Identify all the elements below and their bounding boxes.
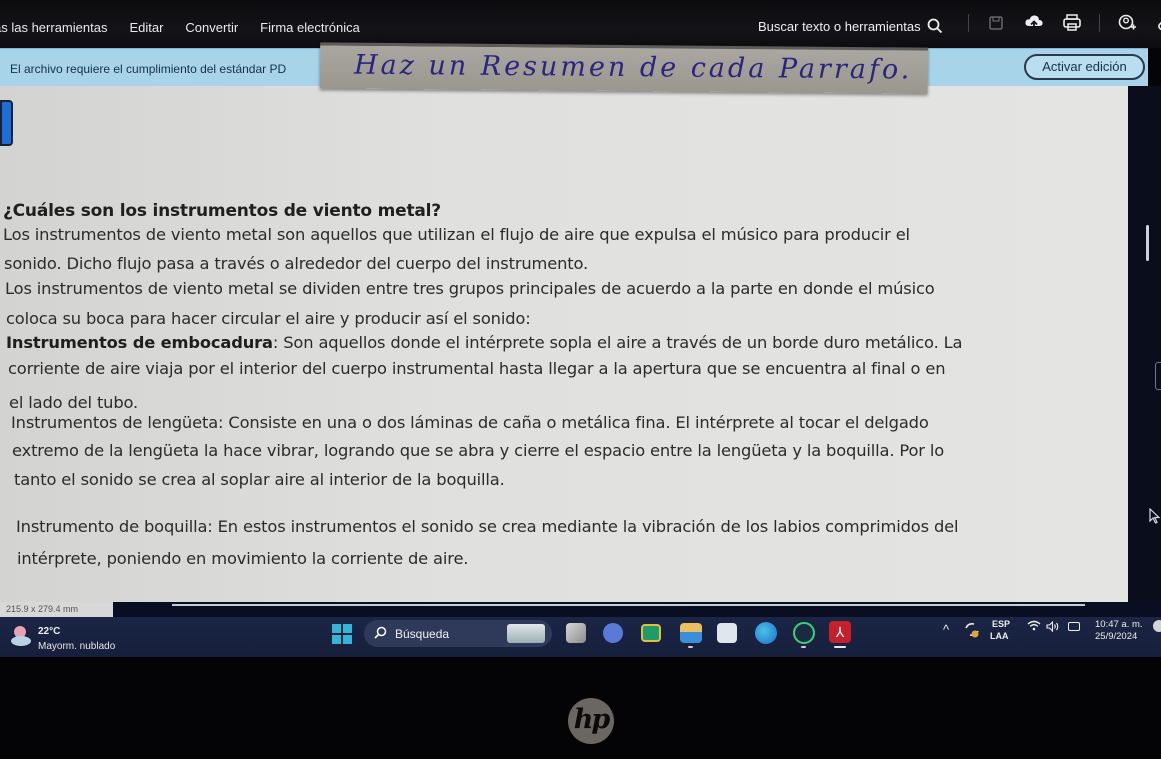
microsoft-store-icon[interactable] (717, 623, 737, 643)
search-tools-button[interactable]: Buscar texto o herramientas (758, 18, 943, 34)
definition-text: : Son aquellos donde el intérprete sopla… (272, 333, 963, 352)
file-explorer-icon[interactable] (680, 623, 702, 643)
paragraph-line: coloca su boca para hacer circular el ai… (6, 309, 531, 328)
side-panel-tab[interactable] (1155, 362, 1161, 390)
paragraph-line: sonido. Dicho flujo pasa a través o alre… (4, 254, 589, 273)
link-icon[interactable] (1154, 12, 1161, 34)
menu-e-signature[interactable]: Firma electrónica (260, 20, 360, 35)
language-indicator[interactable]: ESP (992, 619, 1010, 629)
whatsapp-icon[interactable] (793, 622, 815, 644)
weather-temperature[interactable]: 22°C (38, 626, 60, 637)
search-icon (374, 626, 387, 642)
scrollbar-thumb[interactable] (1146, 225, 1149, 261)
document-heading: ¿Cuáles son los instrumentos de viento m… (3, 201, 441, 221)
notifications-icon[interactable] (1153, 620, 1161, 632)
toolbar-icons (968, 12, 1161, 34)
search-icon (927, 18, 942, 34)
task-view-icon[interactable] (566, 623, 586, 643)
acrobat-reader-icon[interactable]: ⅄ (829, 621, 851, 643)
search-placeholder: Búsqueda (395, 627, 450, 641)
paragraph-line: extremo de la lengüeta la hace vibrar, l… (12, 441, 945, 460)
page-size-readout: 215.9 x 279.4 mm (0, 602, 113, 617)
paragraph-line: Los instrumentos de viento metal son aqu… (3, 225, 910, 244)
weather-description[interactable]: Mayorm. nublado (38, 641, 115, 652)
weather-cloud-icon[interactable] (9, 624, 33, 648)
enable-editing-button[interactable]: Activar edición (1024, 54, 1145, 80)
windows-start-button[interactable] (332, 624, 352, 644)
active-app-indicator (834, 646, 846, 648)
paragraph-line: tanto el sonido se crea al soplar aire a… (14, 470, 505, 489)
toolbar-separator (968, 14, 969, 32)
term-embocadura: Instrumentos de embocadura (6, 333, 273, 352)
start-tile (343, 624, 352, 633)
volume-icon[interactable] (1046, 620, 1060, 635)
banner-message: El archivo requiere el cumplimiento del … (10, 62, 287, 76)
search-tools-label: Buscar texto o herramientas (758, 18, 921, 34)
clock-date[interactable]: 25/9/2024 (1095, 631, 1137, 642)
start-tile (332, 635, 341, 644)
search-highlight-image (507, 624, 545, 643)
scroll-area (1128, 86, 1161, 606)
wifi-icon[interactable] (1027, 620, 1041, 634)
page-thumbnail-tab[interactable] (0, 100, 13, 146)
mouse-pointer-icon (1149, 507, 1161, 527)
start-tile (332, 624, 341, 633)
paragraph-line: Instrumentos de lengüeta: Consiste en un… (11, 413, 929, 432)
hp-logo: hp (568, 698, 614, 744)
paragraph-line: corriente de aire viaja por el interior … (8, 359, 946, 378)
main-menu: as las herramientas Editar Convertir Fir… (0, 20, 382, 35)
app-toolbar: as las herramientas Editar Convertir Fir… (0, 0, 1161, 48)
running-indicator (801, 646, 806, 648)
show-hidden-icons-chevron-icon[interactable]: ^ (943, 622, 949, 637)
paragraph-line: intérprete, poniendo en movimiento la co… (17, 549, 469, 568)
add-user-icon[interactable] (1116, 12, 1138, 34)
meet-icon[interactable] (603, 623, 623, 643)
classroom-icon[interactable] (641, 624, 661, 642)
edge-browser-icon[interactable] (755, 622, 777, 644)
upload-cloud-icon[interactable] (1023, 12, 1045, 34)
toolbar-separator (1099, 14, 1100, 32)
start-tile (343, 635, 352, 644)
paragraph-line-embocadura: Instrumentos de embocadura: Son aquellos… (6, 333, 963, 352)
menu-edit[interactable]: Editar (129, 20, 163, 35)
note-text: Haz un Resumen de cada Parrafo. (353, 49, 913, 86)
horizontal-scrollbar[interactable] (172, 604, 1085, 606)
clock-time[interactable]: 10:47 a. m. (1095, 619, 1143, 630)
menu-convert[interactable]: Convertir (185, 20, 238, 35)
screen: as las herramientas Editar Convertir Fir… (0, 0, 1161, 759)
print-icon[interactable] (1061, 12, 1083, 34)
paragraph-line: Los instrumentos de viento metal se divi… (5, 279, 935, 298)
taskbar-search[interactable]: Búsqueda (364, 620, 552, 647)
running-indicator (688, 646, 693, 648)
handwritten-paper-note: Haz un Resumen de cada Parrafo. (319, 42, 929, 94)
save-icon[interactable] (985, 12, 1007, 34)
menu-all-tools[interactable]: as las herramientas (0, 20, 107, 35)
battery-icon[interactable] (1068, 622, 1080, 631)
keyboard-layout-indicator[interactable]: LAA (990, 631, 1009, 641)
paragraph-line: Instrumento de boquilla: En estos instru… (16, 517, 959, 536)
sync-icon[interactable] (962, 620, 982, 640)
paragraph-line: el lado del tubo. (9, 393, 139, 412)
